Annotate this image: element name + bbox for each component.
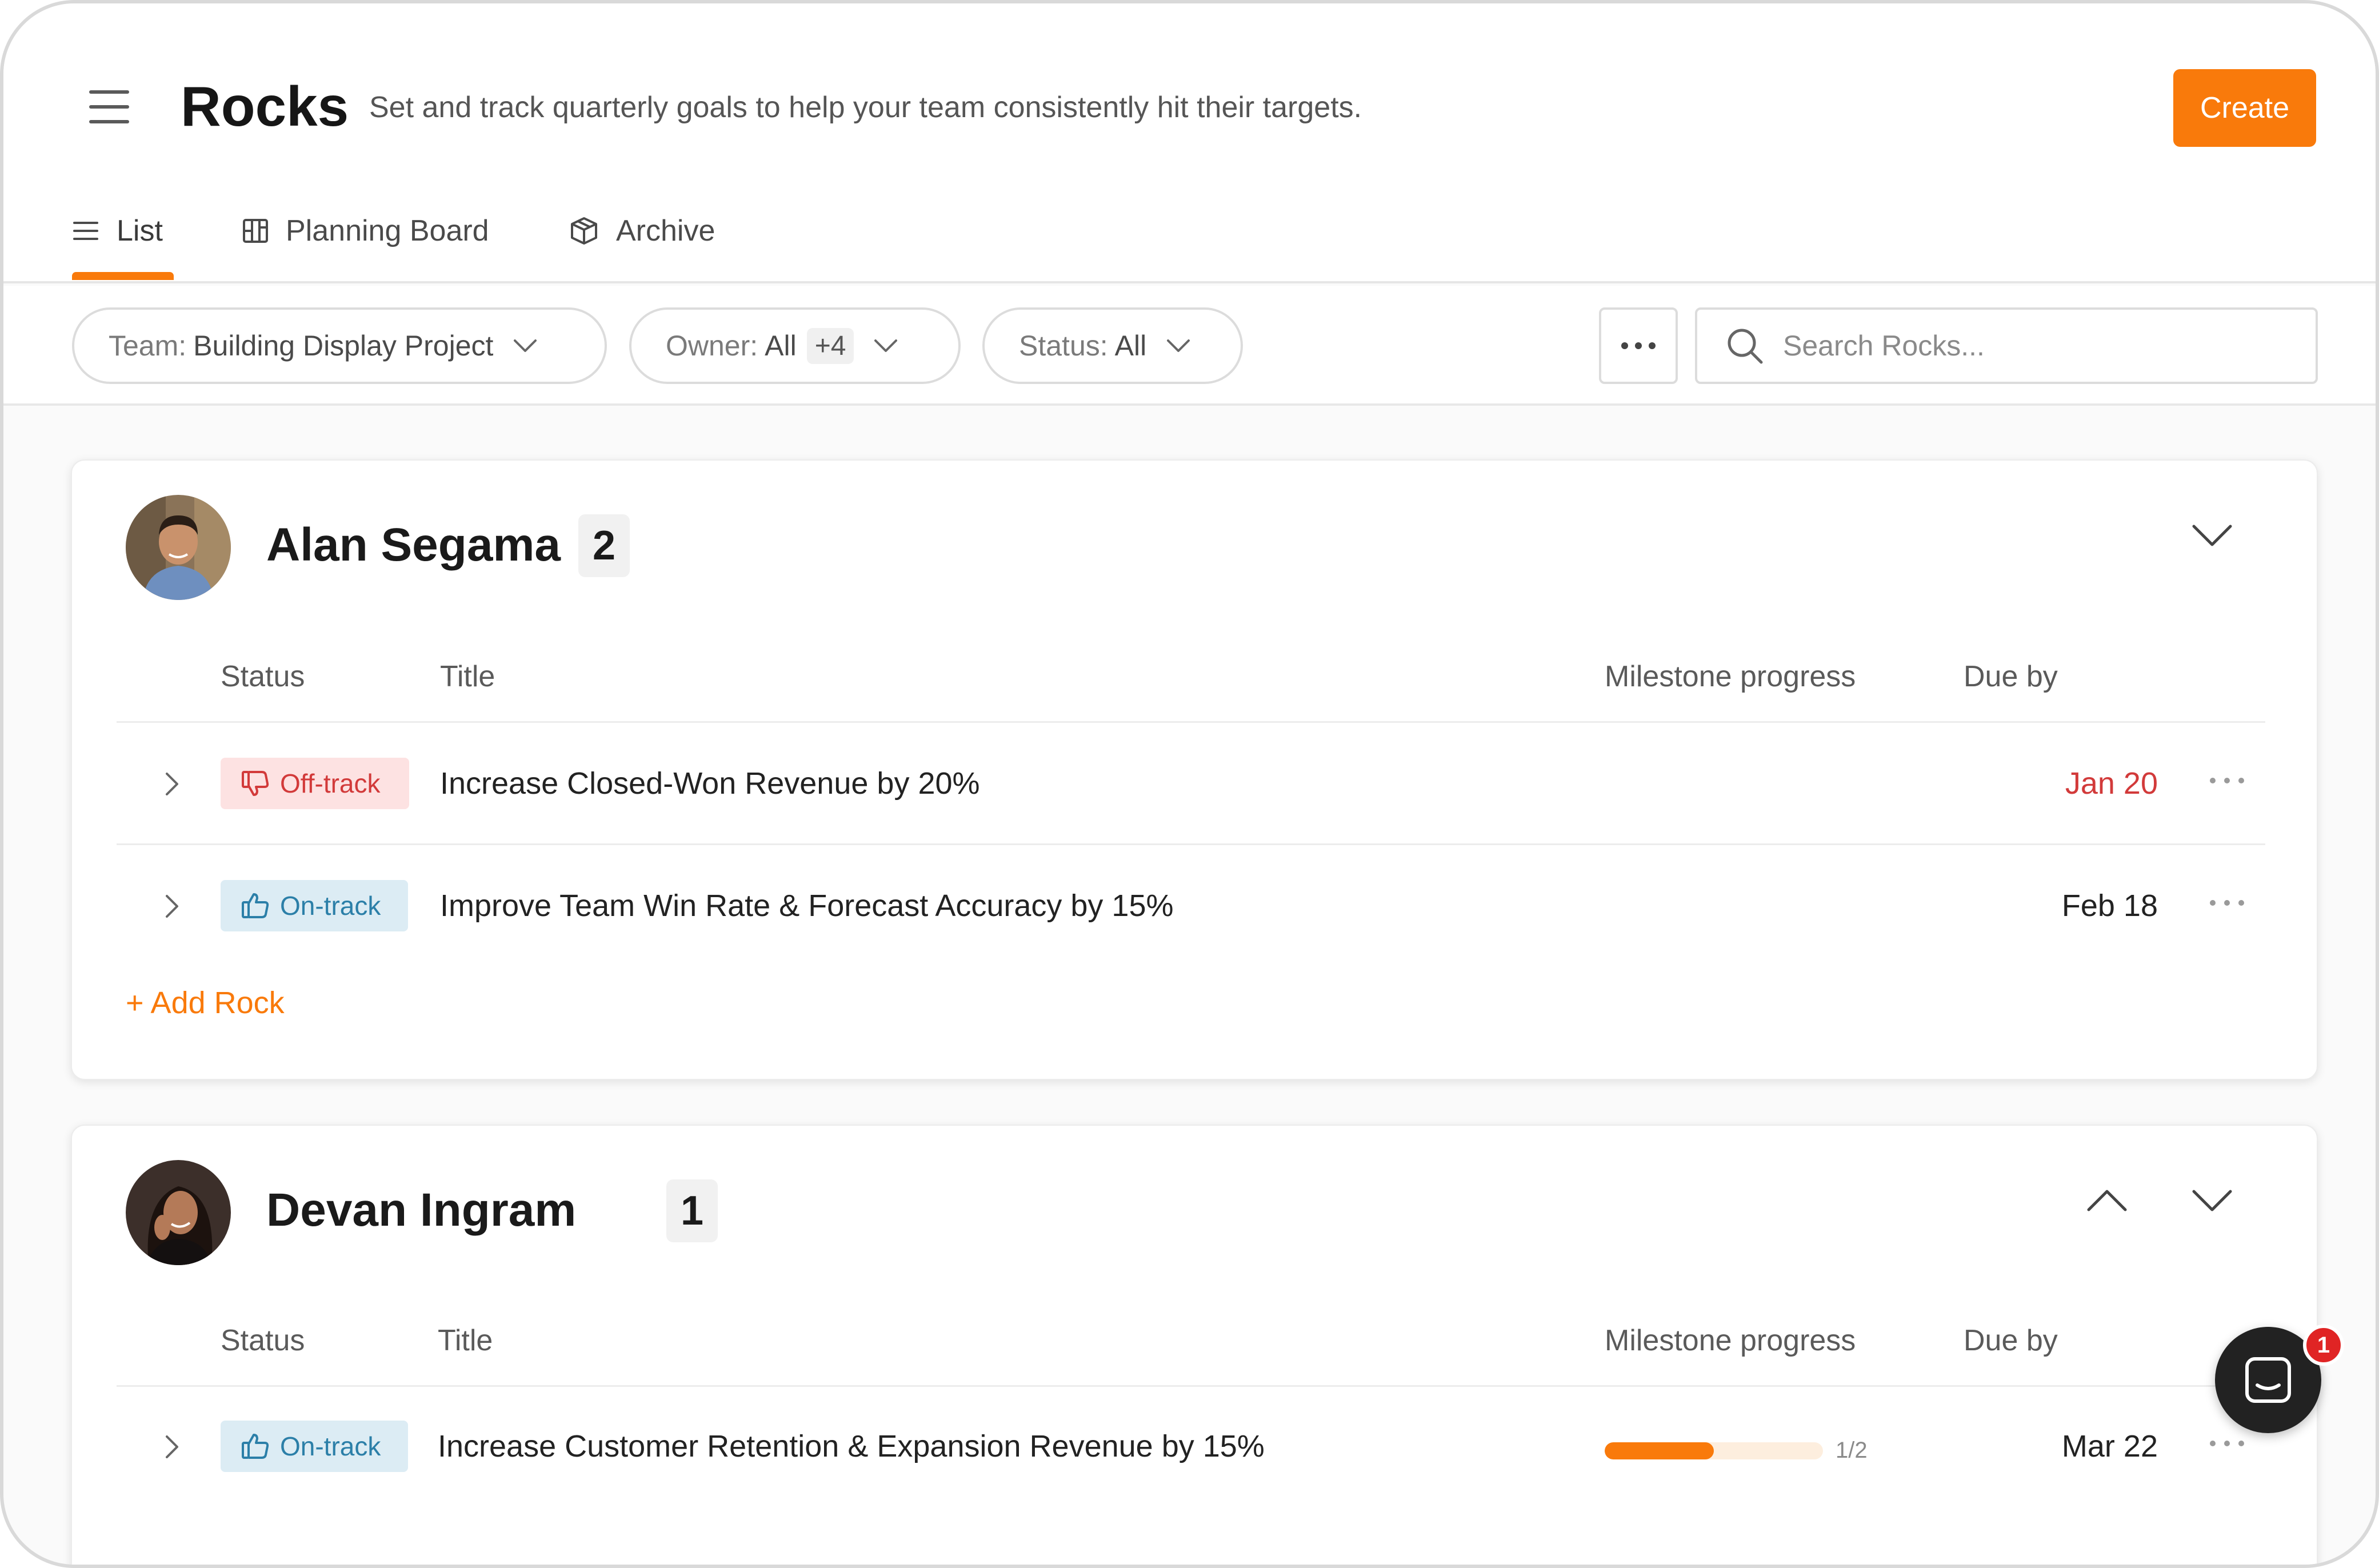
more-horizontal-icon xyxy=(2210,900,2244,906)
status-label: On-track xyxy=(280,891,381,921)
status-badge[interactable]: On-track xyxy=(221,880,408,931)
table-header: Status Title Milestone progress Due by xyxy=(72,1323,2317,1369)
thumbs-up-icon xyxy=(241,1433,270,1459)
column-header-progress: Milestone progress xyxy=(1605,1324,1856,1357)
status-badge[interactable]: On-track xyxy=(221,1421,408,1472)
chevron-down-icon xyxy=(873,338,898,353)
owner-name: Devan Ingram xyxy=(266,1184,577,1236)
status-filter-dropdown[interactable]: Status: All xyxy=(982,307,1243,384)
row-divider xyxy=(117,843,2265,845)
owner-filter-dropdown[interactable]: Owner: All +4 xyxy=(629,307,961,384)
filter-bar: Team: Building Display Project Owner: Al… xyxy=(3,286,2376,406)
rock-title[interactable]: Improve Team Win Rate & Forecast Accurac… xyxy=(440,881,1174,930)
owner-filter-prefix: Owner: xyxy=(666,330,758,362)
row-more-button[interactable] xyxy=(2201,1432,2253,1455)
thumbs-up-icon xyxy=(241,893,270,919)
team-filter-dropdown[interactable]: Team: Building Display Project xyxy=(72,307,607,384)
search-icon xyxy=(1728,329,1763,364)
more-options-button[interactable] xyxy=(1599,307,1678,384)
milestone-progress-fill xyxy=(1605,1442,1714,1459)
tab-label: Archive xyxy=(616,214,715,247)
column-header-status: Status xyxy=(221,660,305,693)
row-divider xyxy=(117,721,2265,723)
status-badge[interactable]: Off-track xyxy=(221,758,409,809)
owner-extra-count: +4 xyxy=(806,327,854,364)
owner-filter-value: All xyxy=(765,330,797,362)
rock-count-badge: 1 xyxy=(666,1179,718,1242)
chevron-right-icon[interactable] xyxy=(158,889,186,923)
archive-box-icon xyxy=(569,216,599,246)
status-label: Off-track xyxy=(280,769,381,798)
hamburger-menu-icon[interactable] xyxy=(89,90,129,123)
board-icon xyxy=(242,218,269,243)
row-more-button[interactable] xyxy=(2201,769,2253,792)
tab-list[interactable]: List xyxy=(72,208,163,254)
chevron-right-icon[interactable] xyxy=(158,1430,186,1464)
due-date: Feb 18 xyxy=(2061,889,2158,923)
team-filter-prefix: Team: xyxy=(109,330,187,362)
avatar xyxy=(126,495,231,600)
more-horizontal-icon xyxy=(1621,342,1656,349)
due-date: Jan 20 xyxy=(2065,766,2158,801)
page-title: Rocks xyxy=(181,75,349,138)
table-row[interactable]: Off-track Increase Closed-Won Revenue by… xyxy=(72,723,2317,843)
chevron-right-icon[interactable] xyxy=(158,767,186,801)
view-tabs: List Planning Board Archive xyxy=(72,192,758,283)
column-header-due: Due by xyxy=(1964,660,2058,693)
search-box[interactable] xyxy=(1695,307,2318,384)
more-horizontal-icon xyxy=(2210,778,2244,783)
chevron-down-icon xyxy=(513,338,538,353)
more-horizontal-icon xyxy=(2210,1441,2244,1446)
column-header-progress: Milestone progress xyxy=(1605,660,1856,693)
status-filter-value: All xyxy=(1114,330,1147,362)
move-up-button[interactable] xyxy=(2081,1181,2133,1221)
page-header: Rocks Set and track quarterly goals to h… xyxy=(3,3,2376,283)
table-header: Status Title Milestone progress Due by xyxy=(72,659,2317,705)
chevron-up-icon xyxy=(2087,1190,2127,1211)
chat-icon xyxy=(2245,1357,2291,1403)
list-icon xyxy=(72,219,99,242)
page-subtitle: Set and track quarterly goals to help yo… xyxy=(369,91,1362,124)
thumbs-down-icon xyxy=(241,770,270,797)
milestone-progress-label: 1/2 xyxy=(1836,1438,1868,1463)
tab-archive[interactable]: Archive xyxy=(569,208,715,254)
chevron-down-icon xyxy=(2192,525,2232,546)
notification-badge: 1 xyxy=(2303,1325,2344,1366)
chevron-down-icon xyxy=(2192,1190,2232,1211)
tab-planning-board[interactable]: Planning Board xyxy=(242,208,489,254)
rock-count-badge: 2 xyxy=(578,514,630,577)
active-tab-indicator xyxy=(72,272,174,280)
rock-title[interactable]: Increase Customer Retention & Expansion … xyxy=(438,1422,1265,1471)
owner-name: Alan Segama xyxy=(266,519,561,571)
chevron-down-icon xyxy=(1166,338,1191,353)
milestone-progress-bar xyxy=(1605,1442,1823,1459)
search-input[interactable] xyxy=(1783,329,2269,362)
collapse-toggle[interactable] xyxy=(2186,1181,2238,1221)
column-header-title: Title xyxy=(438,1324,493,1357)
table-row[interactable]: On-track Improve Team Win Rate & Forecas… xyxy=(72,846,2317,966)
column-header-due: Due by xyxy=(1964,1324,2058,1357)
row-more-button[interactable] xyxy=(2201,891,2253,914)
status-label: On-track xyxy=(280,1431,381,1461)
tab-label: Planning Board xyxy=(286,214,489,247)
column-header-title: Title xyxy=(440,660,495,693)
tab-label: List xyxy=(117,214,163,247)
status-filter-prefix: Status: xyxy=(1019,330,1108,362)
avatar xyxy=(126,1160,231,1265)
team-filter-value: Building Display Project xyxy=(193,330,494,362)
collapse-toggle[interactable] xyxy=(2186,515,2238,555)
due-date: Mar 22 xyxy=(2061,1429,2158,1463)
owner-group-card: Devan Ingram 1 Status Title Milestone pr… xyxy=(71,1125,2318,1565)
create-button[interactable]: Create xyxy=(2173,69,2316,147)
add-rock-link[interactable]: + Add Rock xyxy=(126,983,285,1023)
owner-group-card: Alan Segama 2 Status Title Milestone pro… xyxy=(71,459,2318,1080)
rock-title[interactable]: Increase Closed-Won Revenue by 20% xyxy=(440,759,980,808)
app-window: Rocks Set and track quarterly goals to h… xyxy=(0,0,2379,1568)
column-header-status: Status xyxy=(221,1324,305,1357)
table-row[interactable]: On-track Increase Customer Retention & E… xyxy=(72,1386,2317,1506)
